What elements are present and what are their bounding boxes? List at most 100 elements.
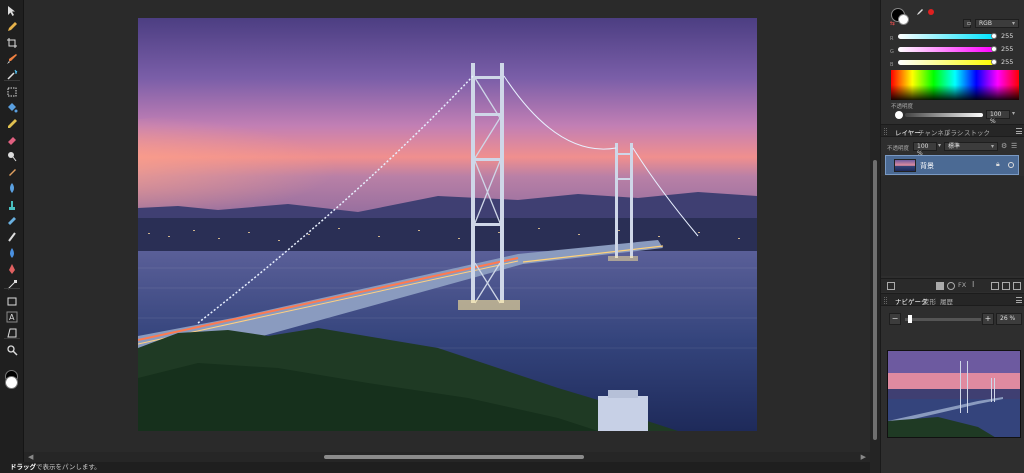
node-tool[interactable] (5, 278, 19, 292)
burn-tool[interactable] (5, 165, 19, 179)
sharpen-tool[interactable] (5, 246, 19, 260)
burn-icon (9, 169, 16, 176)
zoom-slider-knob[interactable] (908, 315, 912, 323)
new-layer-icon[interactable] (1002, 282, 1010, 290)
rectangle-tool[interactable] (5, 294, 19, 308)
color-spectrum[interactable] (891, 70, 1019, 100)
right-panel: ⇆ ▫ RGB ▾ R 255 G 255 B 255 不透明度 100 % ▾… (880, 0, 1024, 473)
visibility-icon[interactable] (1008, 162, 1014, 168)
layer-name[interactable]: 背景 (920, 161, 934, 171)
duplicate-layer-icon[interactable] (887, 282, 895, 290)
layer-opacity-label: 不透明度 (887, 146, 910, 152)
red-channel-slider[interactable] (898, 34, 994, 39)
text-tool[interactable]: A (5, 310, 19, 324)
crop-tool[interactable] (5, 36, 19, 50)
opacity-input[interactable]: 100 % (986, 110, 1010, 125)
navigator-preview[interactable] (887, 350, 1021, 438)
scroll-right-icon[interactable]: ▶ (861, 453, 866, 461)
vertical-scroll-thumb[interactable] (873, 160, 877, 440)
lock-icon[interactable]: 🔒︎ (996, 160, 1000, 169)
zoom-in-button[interactable]: + (982, 313, 994, 325)
zoom-slider[interactable] (905, 318, 981, 321)
red-channel-value[interactable]: 255 (1001, 32, 1021, 41)
fx-icon[interactable]: FX (958, 281, 966, 289)
eraser-icon (8, 137, 16, 145)
smudge-tool[interactable] (5, 230, 19, 244)
grip-icon[interactable] (884, 297, 887, 304)
canvas-area[interactable] (24, 0, 870, 452)
blue-channel-slider[interactable] (898, 60, 994, 65)
tab-stock[interactable]: ストック (964, 127, 990, 137)
green-channel-slider[interactable] (898, 47, 994, 52)
dodge-icon (8, 152, 17, 162)
pixel-layer-icon[interactable]: I (972, 280, 974, 289)
chevron-down-icon: ▾ (990, 143, 994, 150)
mask-icon[interactable] (936, 282, 944, 290)
flood-fill-tool[interactable] (5, 101, 19, 115)
zoom-tool[interactable] (5, 343, 19, 357)
pixel-tool[interactable] (5, 117, 19, 131)
lock-icon[interactable]: ▫ (963, 19, 971, 28)
zoom-input[interactable]: 26 % (996, 313, 1022, 325)
vertical-scrollbar[interactable] (870, 0, 880, 473)
bandage-icon (8, 217, 16, 225)
selection-tool[interactable] (5, 85, 19, 99)
pen-tool[interactable] (5, 262, 19, 276)
folder-icon[interactable] (991, 282, 999, 290)
blue-channel-knob[interactable] (991, 59, 997, 65)
clone-tool[interactable] (5, 198, 19, 212)
tab-brushes[interactable]: ブラシ (944, 127, 963, 137)
toolbar-secondary-color[interactable] (5, 376, 18, 389)
healing-tool[interactable] (5, 214, 19, 228)
adjustment-icon[interactable] (947, 282, 955, 290)
gear-icon[interactable]: ⚙ (1001, 142, 1007, 150)
app-window: A ◀ ▶ ドラッグで表示をパンします。 ⇆ ▫ RGB ▾ R 255 G 2… (0, 0, 1024, 473)
red-channel-knob[interactable] (991, 33, 997, 39)
tab-layers[interactable]: レイヤー (895, 127, 921, 137)
panel-menu-icon[interactable] (1016, 128, 1022, 134)
layer-row[interactable]: 背景 🔒︎ (885, 155, 1019, 175)
document-image[interactable] (138, 18, 757, 431)
accent-color-dot[interactable] (928, 9, 934, 15)
secondary-color-swatch[interactable] (898, 14, 909, 25)
scroll-left-icon[interactable]: ◀ (28, 453, 33, 461)
navigator-tabbar: ナビゲータ 変形 履歴 (881, 293, 1024, 306)
green-channel-value[interactable]: 255 (1001, 45, 1021, 54)
brush-tool[interactable] (5, 52, 19, 66)
blue-channel-value[interactable]: 255 (1001, 58, 1021, 67)
layers-list-area[interactable] (881, 176, 1024, 276)
blur-tool[interactable] (5, 181, 19, 195)
smudge-icon (8, 232, 16, 242)
color-mode-select[interactable]: RGB ▾ (975, 19, 1019, 28)
horizontal-scrollbar[interactable]: ◀ ▶ (24, 452, 870, 462)
layer-opacity-input[interactable]: 100 % (913, 142, 937, 157)
color-picker-icon[interactable] (916, 8, 924, 16)
move-tool[interactable] (5, 4, 19, 18)
opacity-label: 不透明度 (891, 104, 914, 110)
panel-menu-icon[interactable] (1016, 297, 1022, 303)
pen-icon (9, 264, 15, 274)
status-bold-text: ドラッグ (10, 463, 36, 471)
color-panel: ⇆ ▫ RGB ▾ R 255 G 255 B 255 不透明度 100 % ▾ (881, 0, 1024, 125)
eyedropper-tool[interactable] (5, 20, 19, 34)
horizontal-scroll-thumb[interactable] (324, 455, 584, 459)
trash-icon[interactable] (1013, 282, 1021, 290)
opacity-knob[interactable] (895, 111, 903, 119)
pencil-icon (8, 119, 17, 128)
panel-menu-icon[interactable]: ☰ (1011, 142, 1017, 150)
blend-mode-select[interactable]: 標準 ▾ (944, 142, 998, 151)
zoom-out-button[interactable]: − (889, 313, 901, 325)
swap-colors-icon[interactable]: ⇆ (890, 20, 895, 27)
green-channel-knob[interactable] (991, 46, 997, 52)
dodge-tool[interactable] (5, 149, 19, 163)
layers-tabbar: レイヤー チャンネル ブラシ ストック (881, 124, 1024, 137)
tab-history[interactable]: 履歴 (940, 296, 953, 306)
opacity-slider[interactable] (905, 113, 983, 117)
tab-transform[interactable]: 変形 (923, 296, 936, 306)
chevron-down-icon[interactable]: ▾ (938, 142, 941, 149)
grip-icon[interactable] (884, 128, 887, 135)
erase-tool[interactable] (5, 133, 19, 147)
chevron-down-icon[interactable]: ▾ (1012, 110, 1015, 117)
marquee-icon (7, 87, 17, 97)
node-icon (7, 280, 17, 290)
